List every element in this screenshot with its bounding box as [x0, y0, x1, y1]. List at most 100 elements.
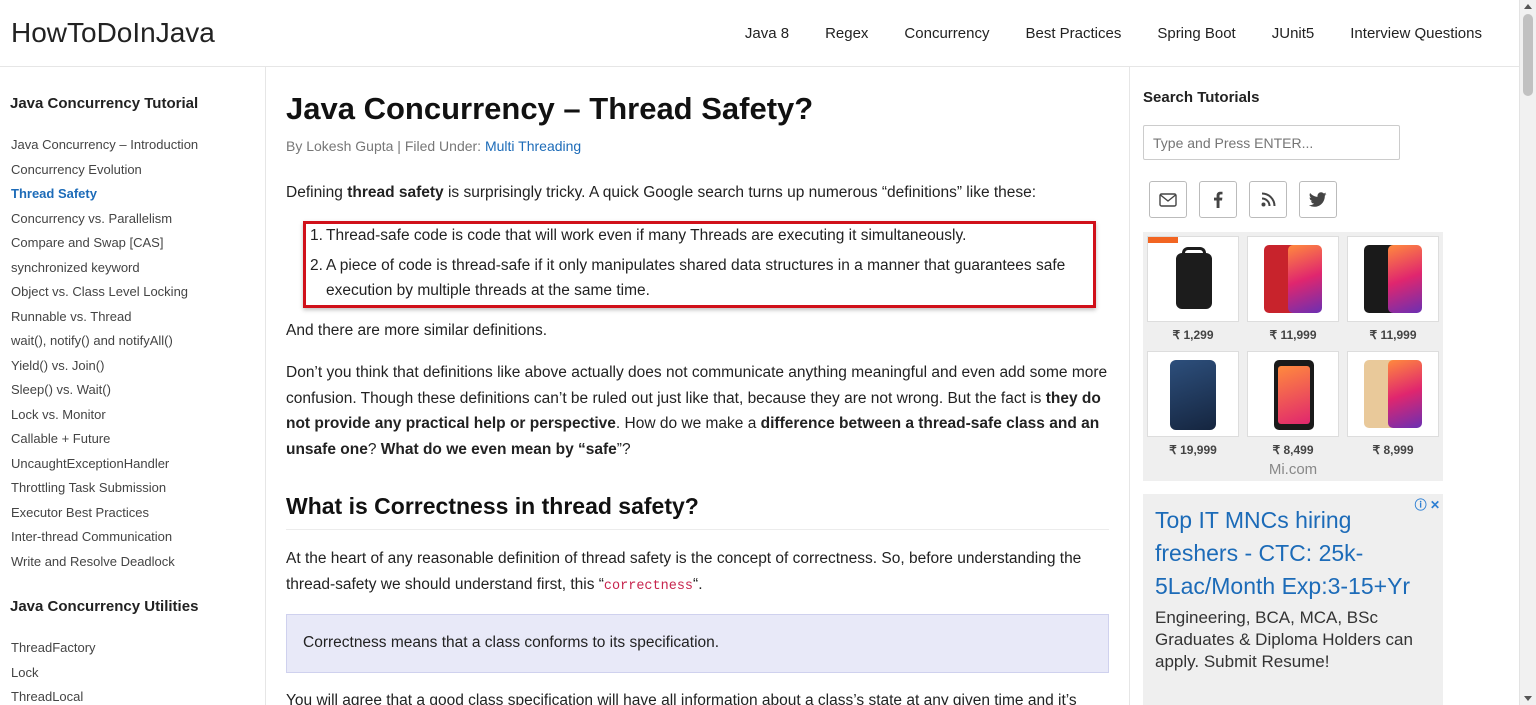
sidebar-item[interactable]: Concurrency vs. Parallelism	[11, 210, 198, 235]
site-header: HowToDoInJava Java 8 Regex Concurrency B…	[0, 0, 1519, 67]
product-card[interactable]: ₹ 11,999	[1247, 236, 1339, 342]
nav-regex[interactable]: Regex	[825, 25, 868, 42]
article-meta: By Lokesh Gupta | Filed Under: Multi Thr…	[286, 138, 581, 154]
sidebar-section-title: Java Concurrency Utilities	[10, 598, 199, 615]
product-price: ₹ 8,499	[1272, 443, 1314, 457]
sidebar-item[interactable]: Inter-thread Communication	[11, 528, 198, 553]
product-image	[1247, 351, 1339, 437]
sidebar-item[interactable]: Executor Best Practices	[11, 504, 198, 529]
scroll-down-arrow-icon[interactable]	[1524, 696, 1532, 701]
product-price: ₹ 8,999	[1372, 443, 1414, 457]
article-title: Java Concurrency – Thread Safety?	[286, 91, 814, 126]
social-links	[1149, 181, 1337, 218]
main-nav: Java 8 Regex Concurrency Best Practices …	[745, 25, 1482, 42]
list-item: 2. A piece of code is thread-safe if it o…	[310, 253, 1091, 304]
author-line: By Lokesh Gupta | Filed Under:	[286, 138, 485, 154]
sidebar-item[interactable]: Sleep() vs. Wait()	[11, 381, 198, 406]
sidebar-item[interactable]: Runnable vs. Thread	[11, 308, 198, 333]
text: ?	[367, 440, 381, 458]
sidebar-item[interactable]: ThreadLocal	[11, 688, 96, 705]
sidebar-item[interactable]: Concurrency Evolution	[11, 161, 198, 186]
ad-description: Engineering, BCA, MCA, BSc Graduates & D…	[1155, 608, 1413, 671]
sidebar-item[interactable]: Callable + Future	[11, 430, 198, 455]
paragraph: At the heart of any reasonable definitio…	[286, 546, 1109, 599]
scroll-thumb[interactable]	[1523, 14, 1533, 96]
text: is surprisingly tricky. A quick Google s…	[443, 184, 1037, 201]
divider	[286, 529, 1109, 530]
sidebar-item[interactable]: Yield() vs. Join()	[11, 357, 198, 382]
inline-code: correctness	[603, 578, 694, 594]
text: ”?	[616, 440, 631, 458]
product-card[interactable]: ₹ 19,999	[1147, 351, 1239, 457]
sidebar-section-title: Java Concurrency Tutorial	[10, 95, 199, 112]
ad-source[interactable]: Mi.com	[1143, 461, 1443, 478]
product-card[interactable]: ₹ 8,499	[1247, 351, 1339, 457]
sidebar-item[interactable]: wait(), notify() and notifyAll()	[11, 332, 198, 357]
sidebar-item-active[interactable]: Thread Safety	[11, 185, 198, 210]
definitions-list: 1. Thread-safe code is code that will wor…	[310, 223, 1091, 308]
paragraph: And there are more similar definitions.	[286, 322, 548, 339]
nav-interview-questions[interactable]: Interview Questions	[1350, 25, 1482, 42]
paragraph: Don’t you think that definitions like ab…	[286, 360, 1109, 462]
product-image	[1347, 236, 1439, 322]
site-logo[interactable]: HowToDoInJava	[11, 17, 215, 49]
utilities-list: ThreadFactory Lock ThreadLocal	[11, 639, 96, 705]
scroll-up-arrow-icon[interactable]	[1524, 4, 1532, 9]
bold-text: What do we even mean by “safe	[380, 440, 617, 458]
left-sidebar: Java Concurrency Tutorial Java Concurren…	[0, 67, 266, 705]
sidebar-item[interactable]: Throttling Task Submission	[11, 479, 198, 504]
sidebar-item[interactable]: Java Concurrency – Introduction	[11, 136, 198, 161]
tutorial-list: Java Concurrency – Introduction Concurre…	[11, 136, 198, 577]
page-scrollbar[interactable]	[1519, 0, 1536, 705]
product-image	[1147, 351, 1239, 437]
job-ad[interactable]: ⓘ ✕ Top IT MNCs hiring freshers - CTC: 2…	[1143, 494, 1443, 705]
product-card[interactable]: ₹ 1,299	[1147, 236, 1239, 342]
sidebar-item[interactable]: Write and Resolve Deadlock	[11, 553, 198, 578]
product-price: ₹ 11,999	[1269, 328, 1317, 342]
sidebar-item[interactable]: Compare and Swap [CAS]	[11, 234, 198, 259]
sidebar-item[interactable]: Object vs. Class Level Locking	[11, 283, 198, 308]
text: Defining	[286, 184, 348, 201]
product-card[interactable]: ₹ 11,999	[1347, 236, 1439, 342]
bold-text: thread safety	[347, 184, 444, 201]
sidebar-item[interactable]: Lock vs. Monitor	[11, 406, 198, 431]
nav-spring-boot[interactable]: Spring Boot	[1157, 25, 1235, 42]
facebook-icon[interactable]	[1199, 181, 1237, 218]
list-item-text: Thread-safe code is code that will work …	[326, 227, 967, 244]
intro-paragraph: Defining thread safety is surprisingly t…	[286, 180, 1109, 206]
product-image	[1347, 351, 1439, 437]
product-ad[interactable]: ⓘ ✕ ₹ 1,299 ₹ 11,999 ₹ 11,999	[1143, 232, 1443, 481]
text: . How do we make a	[615, 415, 761, 432]
list-number: 2.	[310, 256, 323, 274]
search-title: Search Tutorials	[1143, 89, 1260, 106]
sidebar-item[interactable]: ThreadFactory	[11, 639, 96, 664]
category-link[interactable]: Multi Threading	[485, 138, 581, 154]
paragraph: You will agree that a good class specifi…	[286, 692, 1077, 705]
sidebar-item[interactable]: synchronized keyword	[11, 259, 198, 284]
right-sidebar: Search Tutorials ⓘ ✕ ₹ 1,299	[1129, 67, 1519, 705]
ad-choices-icon[interactable]: ⓘ ✕	[1415, 496, 1440, 513]
search-input[interactable]	[1143, 125, 1400, 160]
sidebar-item[interactable]: UncaughtExceptionHandler	[11, 455, 198, 480]
product-price: ₹ 1,299	[1172, 328, 1214, 342]
nav-junit5[interactable]: JUnit5	[1272, 25, 1315, 42]
twitter-icon[interactable]	[1299, 181, 1337, 218]
ad-headline[interactable]: Top IT MNCs hiring freshers - CTC: 25k-5…	[1155, 504, 1431, 603]
nav-best-practices[interactable]: Best Practices	[1025, 25, 1121, 42]
nav-concurrency[interactable]: Concurrency	[904, 25, 989, 42]
callout-box: Correctness means that a class conforms …	[286, 614, 1109, 673]
section-heading: What is Correctness in thread safety?	[286, 493, 699, 519]
sidebar-item[interactable]: Lock	[11, 664, 96, 689]
nav-java8[interactable]: Java 8	[745, 25, 789, 42]
product-price: ₹ 19,999	[1169, 443, 1217, 457]
list-number: 1.	[310, 227, 323, 244]
list-item-text: A piece of code is thread-safe if it onl…	[326, 256, 1066, 300]
product-image	[1247, 236, 1339, 322]
text: “.	[693, 575, 703, 593]
rss-icon[interactable]	[1249, 181, 1287, 218]
product-card[interactable]: ₹ 8,999	[1347, 351, 1439, 457]
article: Java Concurrency – Thread Safety? By Lok…	[286, 67, 1109, 705]
product-image	[1147, 236, 1239, 322]
email-icon[interactable]	[1149, 181, 1187, 218]
product-price: ₹ 11,999	[1369, 328, 1417, 342]
